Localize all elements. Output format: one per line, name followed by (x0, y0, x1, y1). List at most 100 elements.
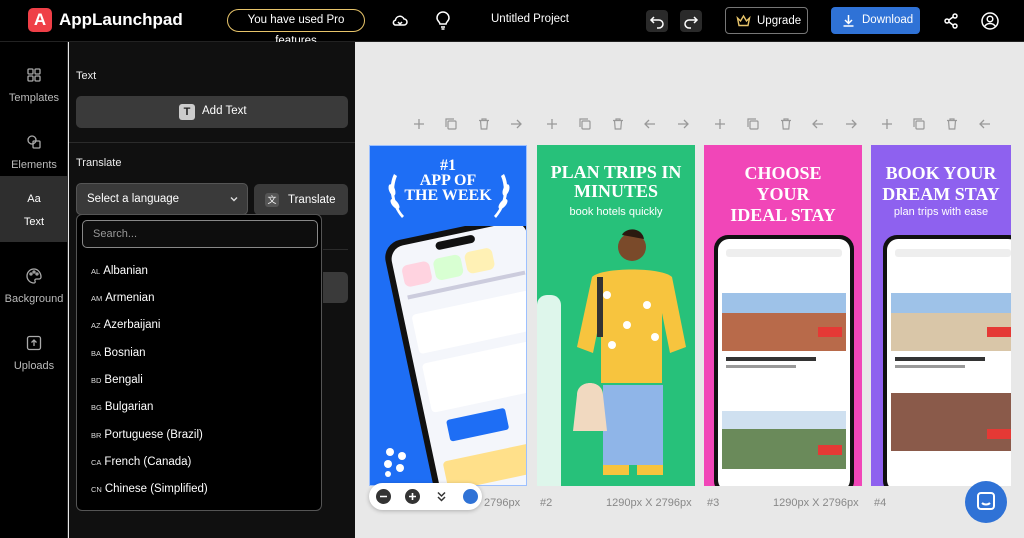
pro-features-badge[interactable]: You have used Pro features (227, 9, 365, 47)
language-name: French (Canada) (104, 456, 192, 468)
add-screen-icon[interactable] (412, 117, 426, 131)
crown-icon (736, 14, 751, 27)
language-option-bengali[interactable]: BD Bengali (91, 374, 143, 392)
trash-icon[interactable] (611, 117, 625, 131)
screenshot-title: BOOK YOUR DREAM STAY (882, 163, 1000, 204)
upgrade-button[interactable]: Upgrade (725, 7, 808, 34)
language-select[interactable]: Select a language (76, 183, 248, 215)
lightbulb-icon[interactable] (433, 11, 453, 31)
language-name: Portuguese (Brazil) (104, 429, 203, 441)
cloud-sync-icon[interactable] (390, 11, 410, 31)
nav-background[interactable]: Background (0, 253, 68, 319)
download-button[interactable]: Download (831, 7, 920, 34)
chat-support-button[interactable] (965, 481, 1007, 523)
add-screen-icon[interactable] (713, 117, 727, 131)
trash-icon[interactable] (477, 117, 491, 131)
text-section-heading: Text (76, 70, 97, 82)
project-title[interactable]: Untitled Project (491, 13, 569, 25)
language-option-bulgarian[interactable]: BG Bulgarian (91, 401, 153, 419)
app-brand-dots-icon (384, 448, 406, 477)
language-code: AL (91, 267, 101, 276)
app-screenshot-3[interactable]: CHOOSE YOUR IDEAL STAY (704, 145, 862, 486)
arrow-right-icon[interactable] (844, 117, 858, 131)
account-icon[interactable] (980, 11, 1000, 31)
translate-icon: 文 (265, 193, 279, 207)
duplicate-icon[interactable] (746, 117, 760, 131)
app-screenshot-1[interactable]: #1 APP OF THE WEEK (369, 145, 527, 486)
language-dropdown: ALAlbanian AMArmenian AZAzerbaijani BABo… (76, 214, 322, 511)
trash-icon[interactable] (779, 117, 793, 131)
language-option-bosnian[interactable]: BA Bosnian (91, 347, 146, 365)
language-code: AM (91, 294, 103, 303)
translate-button[interactable]: 文 Translate (254, 184, 348, 215)
screen-dimension-label: 1290px X 2796px (606, 497, 692, 509)
chat-icon (977, 492, 995, 510)
language-code: CA (91, 458, 102, 467)
color-indicator[interactable] (463, 489, 478, 504)
language-option-chinese-simplified[interactable]: CN Chinese (Simplified) (91, 483, 208, 501)
language-code: CN (91, 485, 102, 494)
zoom-out-icon[interactable] (376, 489, 391, 504)
app-screenshot-4[interactable]: BOOK YOUR DREAM STAY plan trips with eas… (871, 145, 1011, 486)
duplicate-icon[interactable] (578, 117, 592, 131)
screenshot-subtitle: plan trips with ease (893, 206, 989, 218)
add-screen-icon[interactable] (545, 117, 559, 131)
language-option-portuguese-brazil[interactable]: BR Portuguese (Brazil) (91, 429, 203, 447)
language-code: BD (91, 376, 102, 385)
duplicate-icon[interactable] (912, 117, 926, 131)
arrow-right-icon[interactable] (676, 117, 690, 131)
upload-icon (26, 335, 42, 351)
hotel-list-mockup (714, 235, 854, 486)
collapse-icon[interactable] (434, 489, 449, 504)
language-option-azerbaijani[interactable]: AZ Azerbaijani (91, 319, 161, 337)
language-select-value: Select a language (87, 193, 180, 205)
add-screen-icon[interactable] (880, 117, 894, 131)
section-divider (323, 249, 348, 250)
language-option-french-canada[interactable]: CA French (Canada) (91, 456, 191, 474)
language-name: Albanian (103, 265, 148, 277)
language-option-albanian[interactable]: AL Albanian (91, 265, 148, 283)
language-code: BG (91, 403, 102, 412)
nav-label: Elements (11, 159, 57, 171)
arrow-left-icon[interactable] (643, 117, 657, 131)
brand-name[interactable]: AppLaunchpad (59, 10, 183, 30)
app-screenshot-2[interactable]: PLAN TRIPS IN MINUTES book hotels quickl… (537, 145, 695, 486)
chevron-down-icon (230, 197, 238, 202)
language-search-input[interactable] (82, 220, 318, 248)
translate-section-heading: Translate (76, 157, 122, 169)
language-name: Azerbaijani (103, 319, 161, 331)
arrow-left-icon[interactable] (811, 117, 825, 131)
text-t-icon: T (179, 104, 195, 120)
nav-templates[interactable]: Templates (0, 52, 68, 118)
laurel-wreath-icon (388, 174, 510, 218)
palette-icon (26, 268, 42, 284)
arrow-left-icon[interactable] (978, 117, 992, 131)
nav-uploads[interactable]: Uploads (0, 320, 68, 386)
nav-label: Text (23, 216, 45, 228)
duplicate-icon[interactable] (444, 117, 458, 131)
grid-icon (27, 68, 41, 82)
screen-number-label: #2 (540, 497, 553, 509)
hidden-panel-button[interactable] (323, 272, 348, 303)
upgrade-label: Upgrade (757, 15, 802, 27)
zoom-in-icon[interactable] (405, 489, 420, 504)
language-name: Bulgarian (104, 401, 154, 413)
add-text-button[interactable]: T Add Text (76, 96, 348, 128)
shapes-icon (27, 135, 41, 149)
share-icon[interactable] (941, 11, 961, 31)
trash-icon[interactable] (945, 117, 959, 131)
nav-label: Background (4, 293, 64, 305)
language-option-armenian[interactable]: AM Armenian (91, 292, 154, 310)
screenshot-subtitle: book hotels quickly (569, 206, 663, 218)
nav-text[interactable]: Aa Text (0, 176, 68, 242)
redo-button[interactable] (680, 10, 702, 32)
top-bar: A AppLaunchpad You have used Pro feature… (0, 0, 1024, 47)
traveler-illustration (537, 229, 686, 486)
app-logo[interactable]: A (28, 8, 52, 32)
language-code: BA (91, 349, 102, 358)
language-name: Chinese (Simplified) (104, 483, 208, 495)
hotel-list-mockup (883, 235, 1011, 486)
arrow-right-icon[interactable] (509, 117, 523, 131)
screenshot-title: CHOOSE YOUR IDEAL STAY (730, 163, 836, 225)
undo-button[interactable] (646, 10, 668, 32)
